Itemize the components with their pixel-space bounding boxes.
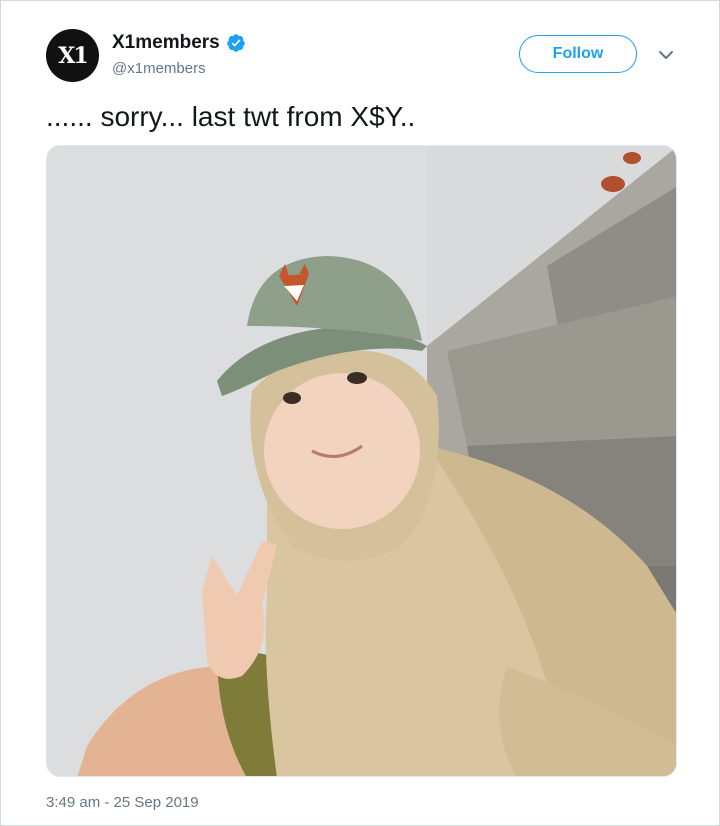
tweet-card: X1 X1members @x1members Follow ...... so… xyxy=(0,0,720,826)
avatar[interactable]: X1 xyxy=(46,29,99,82)
follow-button[interactable]: Follow xyxy=(519,35,637,73)
avatar-logo: X1 xyxy=(58,42,88,69)
selfie-photo-illustration xyxy=(47,146,676,776)
tweet-text: ...... sorry... last twt from X$Y.. xyxy=(46,101,416,132)
chevron-down-icon[interactable] xyxy=(655,47,677,63)
verified-badge-icon xyxy=(226,34,245,52)
tweet-photo[interactable] xyxy=(46,145,677,777)
author-name-row: X1members xyxy=(112,32,246,54)
timestamp[interactable]: 3:49 am - 25 Sep 2019 xyxy=(46,794,199,811)
handle[interactable]: @x1members xyxy=(112,60,206,77)
display-name[interactable]: X1members xyxy=(112,32,220,54)
